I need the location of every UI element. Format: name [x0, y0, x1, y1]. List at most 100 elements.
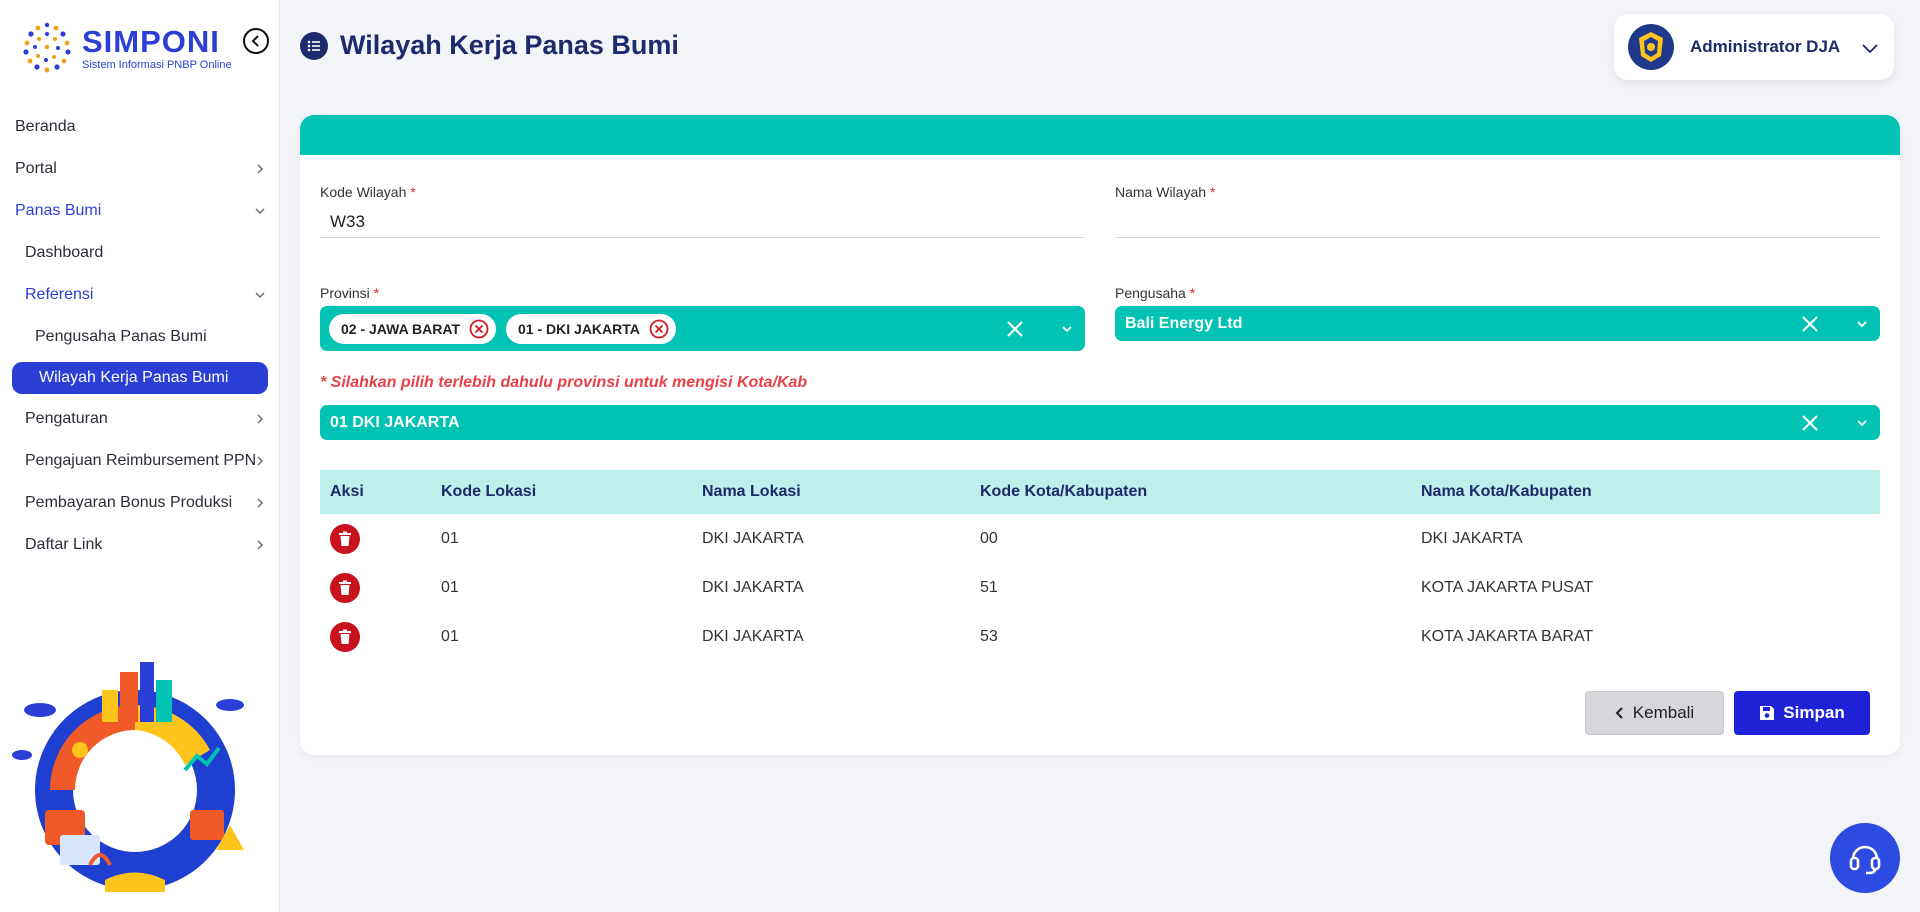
- remove-chip-icon[interactable]: [468, 318, 490, 340]
- emblem-icon: [1639, 32, 1663, 62]
- sidebar-item-label: Portal: [15, 160, 57, 177]
- floppy-disk-icon: [1760, 706, 1775, 720]
- chevron-down-icon: [1862, 44, 1878, 54]
- delete-row-button[interactable]: [330, 523, 360, 554]
- trash-icon: [339, 580, 351, 595]
- chevron-right-icon: [257, 414, 263, 424]
- list-icon: [300, 31, 328, 60]
- sidebar-item-daftar-link[interactable]: Daftar Link: [0, 524, 280, 566]
- sidebar-item-beranda[interactable]: Beranda: [0, 106, 280, 148]
- sidebar-collapse-button[interactable]: [243, 28, 269, 54]
- sidebar-menu: Beranda Portal Panas Bumi Dashboard Refe…: [0, 106, 280, 566]
- clear-icon[interactable]: [1799, 412, 1821, 434]
- chevron-right-icon: [257, 498, 263, 508]
- kode-kota-cell: 00: [980, 529, 998, 547]
- pengusaha-selected-value: Bali Energy Ltd: [1125, 314, 1243, 332]
- simponi-logo-icon: [23, 22, 71, 73]
- nama-lokasi-cell: DKI JAKARTA: [702, 578, 804, 596]
- kota-selected-value: 01 DKI JAKARTA: [330, 413, 460, 431]
- sidebar-item-pengusaha-panas-bumi[interactable]: Pengusaha Panas Bumi: [0, 316, 280, 358]
- lokasi-table: Aksi Kode Lokasi Nama Lokasi Kode Kota/K…: [320, 470, 1880, 661]
- column-header: Kode Lokasi: [441, 483, 537, 500]
- logo-title: SIMPONI: [82, 23, 220, 59]
- column-header: Kode Kota/Kabupaten: [980, 483, 1148, 500]
- nama-kota-cell: KOTA JAKARTA PUSAT: [1421, 578, 1594, 596]
- clear-icon[interactable]: [1004, 318, 1026, 340]
- table-row: 01 DKI JAKARTA 53 KOTA JAKARTA BARAT: [320, 612, 1880, 661]
- sidebar-item-panas-bumi[interactable]: Panas Bumi: [0, 190, 280, 232]
- user-menu[interactable]: Administrator DJA: [1614, 14, 1894, 80]
- sidebar-item-label: Pengajuan Reimbursement PPN: [25, 452, 257, 469]
- chevron-down-icon: [255, 208, 265, 214]
- kode-wilayah-label: Kode Wilayah *: [320, 184, 416, 200]
- sidebar-item-label: Pengaturan: [25, 410, 108, 427]
- chevron-down-icon: [255, 292, 265, 298]
- column-header: Nama Lokasi: [702, 483, 801, 500]
- pengusaha-label: Pengusaha *: [1115, 285, 1195, 301]
- sidebar-item-label: Wilayah Kerja Panas Bumi: [39, 369, 229, 386]
- table-header: Aksi Kode Lokasi Nama Lokasi Kode Kota/K…: [320, 470, 1880, 514]
- page-header: Wilayah Kerja Panas Bumi: [300, 30, 679, 61]
- sidebar-item-referensi[interactable]: Referensi: [0, 274, 280, 316]
- kode-wilayah-value: W33: [330, 211, 365, 231]
- chevron-down-icon[interactable]: [1059, 321, 1075, 337]
- sidebar: SIMPONI Sistem Informasi PNBP Online Ber…: [0, 0, 280, 912]
- chevron-right-icon: [257, 540, 263, 550]
- kode-kota-cell: 51: [980, 578, 998, 596]
- sidebar-item-pembayaran-bonus-produksi[interactable]: Pembayaran Bonus Produksi: [0, 482, 280, 524]
- sidebar-item-portal[interactable]: Portal: [0, 148, 280, 190]
- trash-icon: [339, 629, 351, 644]
- sidebar-item-wilayah-kerja-panas-bumi[interactable]: Wilayah Kerja Panas Bumi: [12, 362, 268, 394]
- kota-kabupaten-select[interactable]: 01 DKI JAKARTA: [320, 405, 1880, 440]
- remove-chip-icon[interactable]: [648, 318, 670, 340]
- back-button[interactable]: Kembali: [1585, 691, 1724, 735]
- sidebar-illustration: [12, 662, 244, 892]
- sidebar-item-pengajuan-reimbursement-ppn[interactable]: Pengajuan Reimbursement PPN: [0, 440, 280, 482]
- kode-lokasi-cell: 01: [441, 627, 459, 645]
- provinsi-chip: 02 - JAWA BARAT: [329, 313, 497, 344]
- kode-wilayah-input[interactable]: W33: [320, 206, 1085, 238]
- clear-icon[interactable]: [1799, 313, 1821, 335]
- kode-lokasi-cell: 01: [441, 578, 459, 596]
- delete-row-button[interactable]: [330, 621, 360, 652]
- sidebar-item-pengaturan[interactable]: Pengaturan: [0, 398, 280, 440]
- required-mark: *: [1209, 184, 1216, 200]
- required-mark: *: [1189, 285, 1196, 301]
- provinsi-multiselect[interactable]: 02 - JAWA BARAT 01 - DKI JAKARTA: [320, 306, 1085, 351]
- help-support-button[interactable]: [1830, 823, 1900, 893]
- sidebar-item-label: Pengusaha Panas Bumi: [35, 328, 207, 345]
- chevron-down-icon[interactable]: [1854, 415, 1870, 431]
- card-header-bar: [300, 115, 1900, 155]
- required-mark: *: [410, 184, 416, 200]
- kode-lokasi-cell: 01: [441, 529, 459, 547]
- sidebar-item-dashboard[interactable]: Dashboard: [0, 232, 280, 274]
- provinsi-label: Provinsi *: [320, 285, 379, 301]
- nama-kota-cell: DKI JAKARTA: [1421, 529, 1523, 547]
- app-logo[interactable]: SIMPONI Sistem Informasi PNBP Online: [18, 18, 270, 78]
- save-button-label: Simpan: [1783, 703, 1845, 722]
- provinsi-chip-label: 01 - DKI JAKARTA: [518, 320, 640, 337]
- chevron-down-icon[interactable]: [1854, 316, 1870, 332]
- column-header: Aksi: [330, 483, 364, 500]
- nama-wilayah-label: Nama Wilayah *: [1115, 184, 1215, 200]
- pengusaha-label-text: Pengusaha: [1115, 285, 1186, 301]
- pengusaha-select[interactable]: Bali Energy Ltd: [1115, 306, 1880, 341]
- logo-subtitle: Sistem Informasi PNBP Online: [82, 58, 232, 71]
- chevron-left-icon: [1615, 707, 1623, 719]
- user-name: Administrator DJA: [1690, 37, 1841, 56]
- sidebar-item-label: Daftar Link: [25, 536, 103, 553]
- delete-row-button[interactable]: [330, 572, 360, 603]
- column-header: Nama Kota/Kabupaten: [1421, 483, 1592, 500]
- table-row: 01 DKI JAKARTA 00 DKI JAKARTA: [320, 514, 1880, 563]
- required-mark: *: [373, 285, 380, 301]
- nama-wilayah-input[interactable]: [1115, 206, 1880, 238]
- save-button[interactable]: Simpan: [1734, 691, 1870, 735]
- sidebar-item-label: Panas Bumi: [15, 202, 102, 219]
- sidebar-item-label: Referensi: [25, 286, 94, 303]
- sidebar-item-label: Dashboard: [25, 244, 104, 261]
- kode-kota-cell: 53: [980, 627, 998, 645]
- sidebar-item-label: Beranda: [15, 118, 76, 135]
- provinsi-chip-label: 02 - JAWA BARAT: [341, 320, 461, 337]
- kota-hint-text: * Silahkan pilih terlebih dahulu provins…: [320, 374, 808, 391]
- chevron-left-icon: [251, 35, 259, 47]
